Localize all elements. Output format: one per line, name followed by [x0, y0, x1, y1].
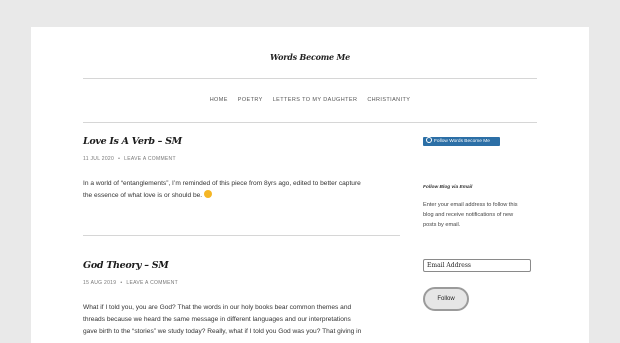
post-line: threads because we heard the same messag…	[83, 316, 351, 323]
post-divider	[83, 235, 400, 236]
post-date[interactable]: 15 AUG 2019	[83, 280, 116, 286]
main-navigation: HOME POETRY LETTERS TO MY DAUGHTER CHRIS…	[31, 97, 589, 103]
post-line-wrapper: the essence of what love is or should be…	[83, 190, 361, 202]
header-divider-top	[83, 78, 537, 79]
widget-text-line: posts by email.	[423, 222, 461, 228]
site-title[interactable]: Words Become Me	[31, 52, 589, 62]
post-line: What if I told you, you are God? That th…	[83, 304, 352, 311]
widget-description: Enter your email address to follow this …	[423, 200, 541, 230]
post-line: In a world of “entanglements”, I’m remin…	[83, 180, 361, 187]
leave-comment-link[interactable]: LEAVE A COMMENT	[126, 280, 178, 286]
post-meta: 15 AUG 2019 • LEAVE A COMMENT	[83, 280, 178, 286]
post-line: the essence of what love is or should be…	[83, 192, 203, 199]
meta-separator: •	[120, 280, 123, 286]
smiley-emoji-icon	[204, 190, 213, 198]
page-container: Words Become Me HOME POETRY LETTERS TO M…	[31, 27, 589, 343]
follow-badge-label: Follow Words Become Me	[434, 139, 490, 144]
email-input[interactable]: Email Address	[423, 259, 531, 272]
leave-comment-link[interactable]: LEAVE A COMMENT	[124, 156, 176, 162]
post-title[interactable]: Love Is A Verb – SM	[83, 136, 182, 147]
widget-title: Follow Blog via Email	[423, 185, 473, 190]
nav-item-christianity[interactable]: CHRISTIANITY	[367, 97, 410, 103]
post-excerpt: What if I told you, you are God? That th…	[83, 302, 361, 338]
header-divider-bottom	[83, 122, 537, 123]
post-line: gave birth to the “stories” we study tod…	[83, 328, 362, 335]
post-excerpt: In a world of “entanglements”, I’m remin…	[83, 178, 361, 202]
wordpress-icon	[426, 137, 432, 143]
nav-item-home[interactable]: HOME	[210, 97, 228, 103]
nav-item-letters-to-my-daughter[interactable]: LETTERS TO MY DAUGHTER	[273, 97, 358, 103]
meta-separator: •	[118, 156, 121, 162]
post-date[interactable]: 11 JUL 2020	[83, 156, 114, 162]
nav-item-poetry[interactable]: POETRY	[238, 97, 263, 103]
widget-text-line: Enter your email address to follow this	[423, 202, 518, 208]
follow-button[interactable]: Follow	[423, 287, 469, 311]
widget-text-line: blog and receive notifications of new	[423, 212, 514, 218]
post-meta: 11 JUL 2020 • LEAVE A COMMENT	[83, 156, 176, 162]
post-title[interactable]: God Theory – SM	[83, 260, 169, 271]
follow-blog-badge[interactable]: Follow Words Become Me	[423, 137, 500, 146]
